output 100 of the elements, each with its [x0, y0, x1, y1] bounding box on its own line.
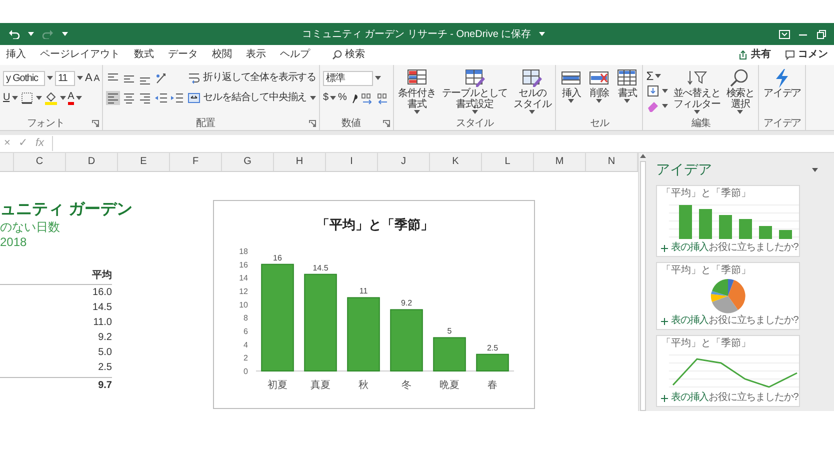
caret-icon[interactable]	[596, 99, 602, 103]
shrink-font-button[interactable]: A	[94, 74, 100, 82]
caret-icon[interactable]	[624, 99, 630, 103]
caret-icon[interactable]	[60, 96, 66, 100]
merge-center-button[interactable]: セルを結合して中央揃え	[188, 88, 316, 108]
insert-button[interactable]: 挿入	[559, 68, 584, 103]
sort-filter-button[interactable]: 並べ替えと フィルター	[672, 68, 722, 114]
align-left-icon[interactable]	[106, 91, 120, 105]
caret-icon[interactable]	[539, 32, 546, 36]
caret-icon[interactable]	[36, 96, 42, 100]
idea-card[interactable]: 「平均」と「季節」 表の挿入お役に立ちましたか?	[656, 262, 800, 330]
column-header[interactable]: L	[482, 153, 534, 171]
caret-icon[interactable]	[414, 110, 420, 114]
caret-icon[interactable]	[77, 76, 83, 80]
column-header[interactable]: H	[274, 153, 326, 171]
scroll-up-icon[interactable]	[640, 153, 646, 159]
align-center-icon[interactable]	[122, 91, 136, 105]
pane-title: アイデア	[656, 160, 712, 179]
plus-icon	[661, 244, 668, 252]
column-header[interactable]: M	[534, 153, 586, 171]
dialog-launcher-icon[interactable]	[308, 120, 316, 126]
font-size-field[interactable]: 11	[55, 70, 75, 86]
restore-icon[interactable]	[816, 30, 826, 38]
caret-icon[interactable]	[76, 96, 82, 100]
ribbon-tab[interactable]: データ	[168, 50, 198, 60]
font-name-field[interactable]: y Gothic	[3, 70, 45, 86]
column-header[interactable]: I	[326, 153, 378, 171]
font-color-button[interactable]: A	[68, 92, 74, 104]
caret-icon[interactable]	[662, 88, 668, 92]
insert-chart-link[interactable]: 表の挿入	[661, 392, 709, 404]
caret-icon[interactable]	[62, 32, 68, 36]
group-label: 配置	[195, 116, 216, 130]
insert-chart-link[interactable]: 表の挿入	[661, 242, 709, 254]
caret-icon[interactable]	[694, 110, 700, 114]
align-right-icon[interactable]	[138, 91, 152, 105]
ideas-button[interactable]: アイデア	[762, 68, 802, 99]
caret-icon[interactable]	[28, 32, 34, 36]
card-title: 「平均」と「季節」	[661, 338, 752, 350]
caret-icon[interactable]	[568, 99, 574, 103]
table-cell: 16.0	[92, 287, 112, 298]
column-header[interactable]: G	[222, 153, 274, 171]
data-label: 9.2	[400, 298, 412, 308]
search-button[interactable]: 検索	[332, 50, 365, 60]
idea-card[interactable]: 「平均」と「季節」 表の挿入お役に立ちましたか?	[656, 185, 800, 257]
column-header[interactable]: K	[430, 153, 482, 171]
format-button[interactable]: 書式	[615, 68, 640, 103]
column-header[interactable]: D	[66, 153, 118, 171]
wrap-text-button[interactable]: 折り返して全体を表示する	[188, 68, 316, 88]
caret-icon[interactable]	[812, 168, 818, 172]
sheet-subtitle: のない日数	[0, 220, 61, 235]
ribbon-tab[interactable]: 挿入	[6, 50, 26, 60]
scrollbar-thumb[interactable]	[640, 161, 646, 411]
undo-icon[interactable]	[8, 29, 20, 39]
ribbon-tab[interactable]: ページレイアウト	[40, 50, 120, 60]
caret-icon[interactable]	[472, 110, 478, 114]
caret-icon[interactable]	[374, 76, 381, 80]
axis-tick-label: 2	[244, 354, 248, 363]
insert-chart-link[interactable]: 表の挿入	[661, 315, 709, 327]
ribbon-tab[interactable]: 数式	[134, 50, 154, 60]
caret-icon[interactable]	[330, 96, 336, 100]
caret-icon[interactable]	[662, 104, 668, 108]
caret-icon[interactable]	[47, 76, 53, 80]
increase-indent-icon[interactable]	[170, 91, 184, 105]
caret-icon[interactable]	[12, 96, 18, 100]
column-header[interactable]: E	[118, 153, 170, 171]
increase-decimal-icon[interactable]	[360, 91, 374, 105]
currency-button[interactable]: $	[322, 93, 328, 103]
find-select-button[interactable]: 検索と 選択	[725, 68, 756, 114]
vertical-scrollbar[interactable]	[638, 153, 646, 411]
autosum-button[interactable]: Σ	[646, 70, 654, 82]
ribbon-tab[interactable]: ヘルプ	[280, 50, 310, 60]
column-header[interactable]: J	[378, 153, 430, 171]
format-as-table-button[interactable]: テーブルとして 書式設定	[440, 68, 509, 114]
number-format-field[interactable]: 標準	[322, 70, 373, 86]
borders-icon[interactable]	[20, 91, 34, 105]
ribbon-tab[interactable]: 表示	[246, 50, 266, 60]
idea-card[interactable]: 「平均」と「季節」 表の挿入お役に立ちましたか?	[656, 335, 800, 407]
dialog-launcher-icon[interactable]	[92, 120, 100, 126]
caret-icon[interactable]	[737, 110, 744, 114]
fill-color-icon[interactable]	[44, 91, 58, 105]
dialog-launcher-icon[interactable]	[383, 120, 390, 126]
column-header[interactable]: C	[14, 153, 66, 171]
caret-icon[interactable]	[529, 110, 536, 114]
orientation-icon[interactable]	[154, 71, 168, 85]
delete-button[interactable]: 削除	[587, 68, 612, 103]
ribbon-tab[interactable]: 校閲	[212, 50, 232, 60]
conditional-formatting-button[interactable]: 条件付き 書式	[397, 68, 437, 114]
percent-button[interactable]: %	[338, 93, 346, 103]
decrease-indent-icon[interactable]	[154, 91, 168, 105]
data-label: 2.5	[486, 343, 498, 352]
caret-icon[interactable]	[310, 96, 316, 100]
share-button[interactable]: 共有	[738, 50, 771, 60]
grow-font-button[interactable]: A	[85, 72, 92, 84]
fill-down-icon[interactable]	[646, 84, 660, 98]
cell-styles-button[interactable]: セルの スタイル	[512, 68, 552, 114]
caret-icon[interactable]	[655, 74, 662, 78]
column-header[interactable]: F	[170, 153, 222, 171]
comments-button[interactable]: コメン	[785, 50, 828, 60]
ribbon-display-icon[interactable]	[779, 30, 790, 38]
underline-button[interactable]: U	[3, 93, 10, 103]
